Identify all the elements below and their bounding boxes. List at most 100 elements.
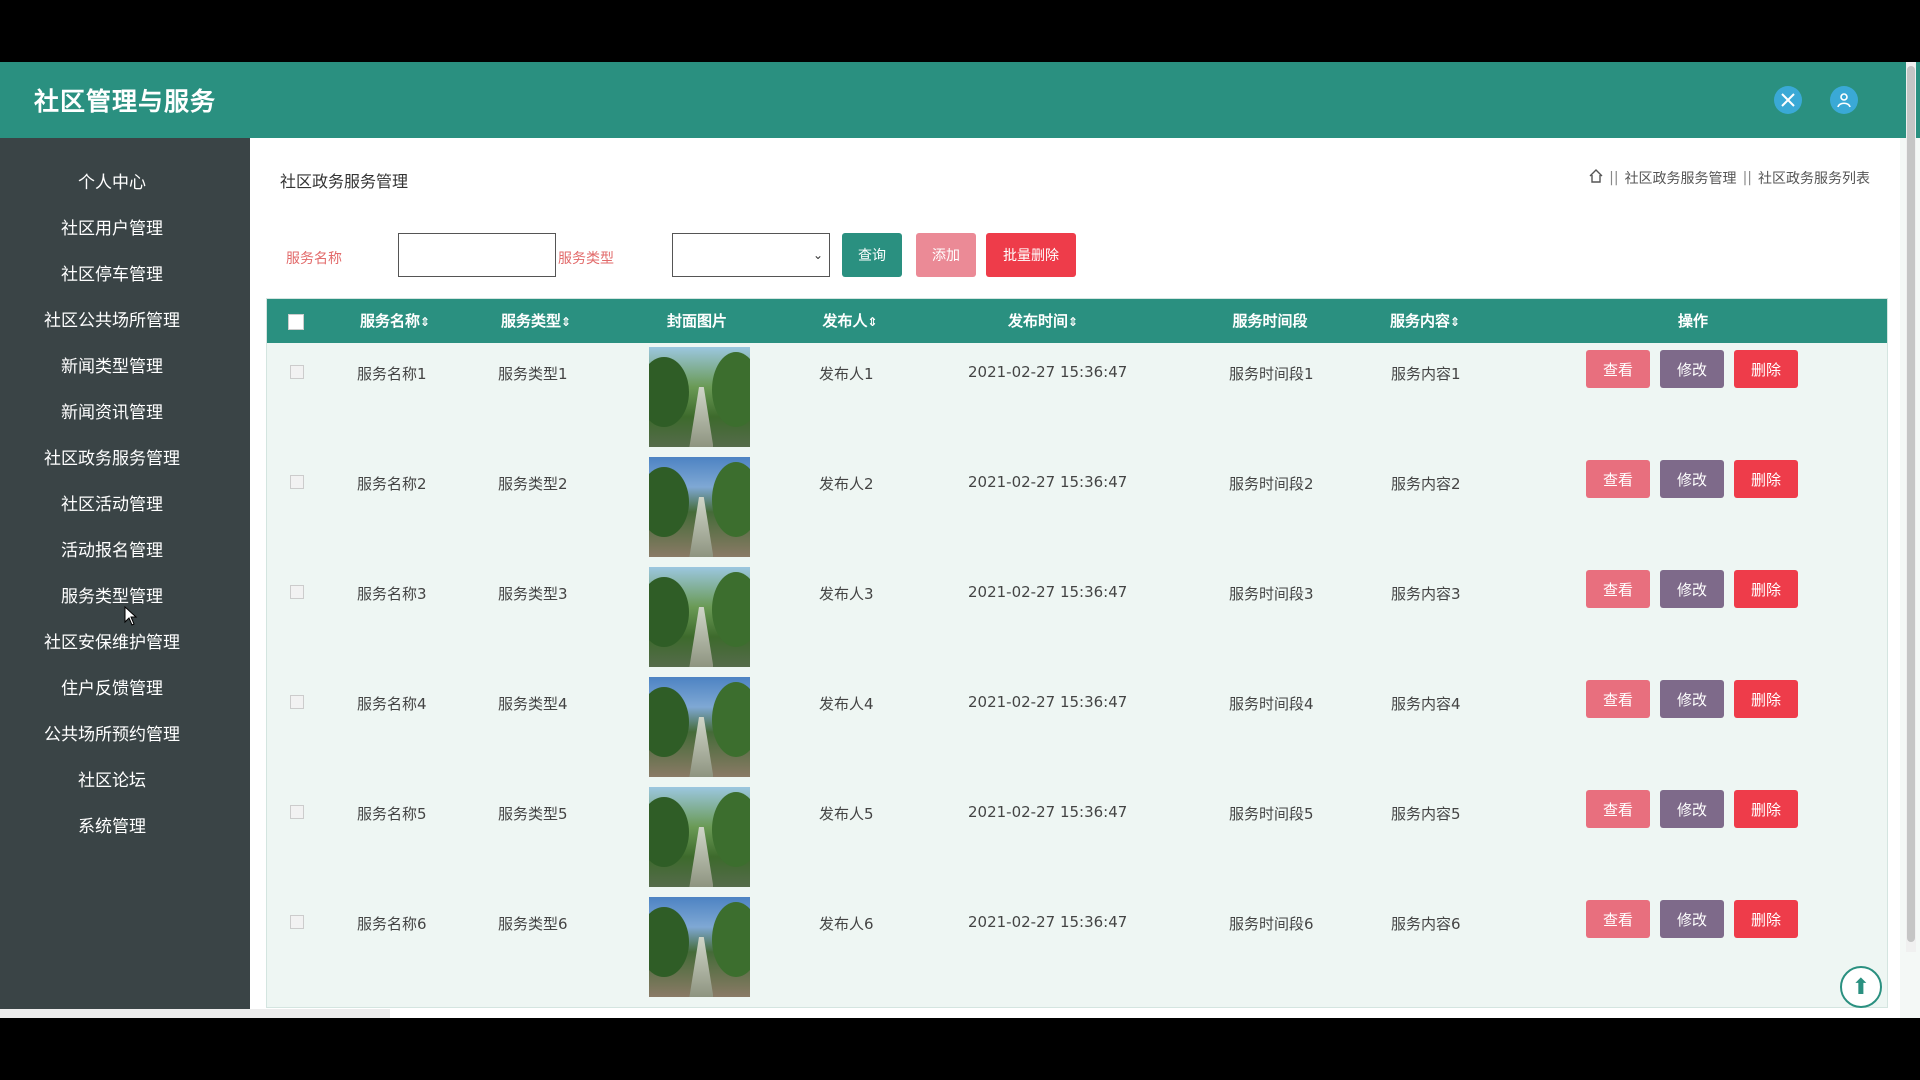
delete-button[interactable]: 删除: [1734, 460, 1798, 498]
view-button[interactable]: 查看: [1586, 680, 1650, 718]
cell-content: 服务内容4: [1391, 695, 1461, 713]
cell-publisher: 发布人2: [819, 475, 874, 493]
scrollbar[interactable]: [1906, 62, 1916, 952]
cell-type: 服务类型6: [498, 915, 568, 933]
batch-delete-button[interactable]: 批量删除: [986, 233, 1076, 277]
view-button[interactable]: 查看: [1586, 900, 1650, 938]
page-title: 社区政务服务管理: [280, 172, 409, 191]
select-all-checkbox[interactable]: [288, 314, 304, 330]
column-header-label: 发布人: [822, 312, 868, 330]
sort-icon[interactable]: ⇕: [420, 315, 430, 329]
cell-period: 服务时间段2: [1229, 475, 1314, 493]
edit-button[interactable]: 修改: [1660, 900, 1724, 938]
cover-image: [649, 787, 750, 887]
sort-icon[interactable]: ⇕: [1450, 315, 1460, 329]
sidebar-item[interactable]: 社区停车管理: [0, 260, 224, 290]
sidebar-item[interactable]: 新闻资讯管理: [0, 398, 224, 428]
sidebar-item[interactable]: 公共场所预约管理: [0, 720, 224, 750]
cell-period: 服务时间段3: [1229, 585, 1314, 603]
back-to-top-button[interactable]: ⬆: [1840, 966, 1882, 1008]
app-title: 社区管理与服务: [34, 87, 217, 116]
delete-button[interactable]: 删除: [1734, 900, 1798, 938]
table-row: 服务名称6 服务类型6 发布人6 2021-02-27 15:36:47 服务时间段6 服…: [267, 893, 1887, 1003]
sort-icon[interactable]: ⇕: [561, 315, 571, 329]
row-checkbox[interactable]: [290, 585, 304, 599]
search-button[interactable]: 查询: [842, 233, 902, 277]
cell-name: 服务名称3: [357, 585, 427, 603]
sidebar-item[interactable]: 个人中心: [0, 168, 224, 198]
home-icon[interactable]: [1589, 169, 1603, 187]
scrollbar-thumb[interactable]: [1907, 66, 1915, 942]
sidebar-item[interactable]: 社区政务服务管理: [0, 444, 224, 474]
sidebar-item[interactable]: 社区用户管理: [0, 214, 224, 244]
cell-type: 服务类型4: [498, 695, 568, 713]
sidebar-item[interactable]: 住户反馈管理: [0, 674, 224, 704]
column-header[interactable]: 服务名称⇕: [360, 299, 430, 343]
row-checkbox[interactable]: [290, 475, 304, 489]
view-button[interactable]: 查看: [1586, 460, 1650, 498]
edit-button[interactable]: 修改: [1660, 570, 1724, 608]
delete-button[interactable]: 删除: [1734, 350, 1798, 388]
column-header: 操作: [1678, 299, 1708, 343]
cell-time: 2021-02-27 15:36:47: [968, 803, 1128, 821]
sidebar-item[interactable]: 服务类型管理: [0, 582, 224, 612]
user-icon[interactable]: [1830, 86, 1858, 114]
cell-name: 服务名称6: [357, 915, 427, 933]
breadcrumb: || 社区政务服务管理 || 社区政务服务列表: [1589, 168, 1870, 188]
column-header[interactable]: 发布时间⇕: [1008, 299, 1078, 343]
delete-button[interactable]: 删除: [1734, 790, 1798, 828]
cell-content: 服务内容2: [1391, 475, 1461, 493]
cell-publisher: 发布人5: [819, 805, 874, 823]
column-header-label: 服务类型: [500, 312, 561, 330]
view-button[interactable]: 查看: [1586, 570, 1650, 608]
table-row: 服务名称3 服务类型3 发布人3 2021-02-27 15:36:47 服务时间段3 服…: [267, 563, 1887, 673]
row-checkbox[interactable]: [290, 365, 304, 379]
service-name-input[interactable]: [398, 233, 556, 277]
table-header: 服务名称⇕ 服务类型⇕ 封面图片 发布人⇕ 发布时间⇕ 服务时间段 服务内容⇕ 操作: [267, 299, 1887, 343]
add-button[interactable]: 添加: [916, 233, 976, 277]
cell-type: 服务类型3: [498, 585, 568, 603]
row-checkbox[interactable]: [290, 915, 304, 929]
cell-name: 服务名称5: [357, 805, 427, 823]
breadcrumb-separator: ||: [1742, 170, 1752, 186]
column-header[interactable]: 服务类型⇕: [501, 299, 571, 343]
sidebar-item[interactable]: 社区安保维护管理: [0, 628, 224, 658]
edit-button[interactable]: 修改: [1660, 790, 1724, 828]
sidebar-item[interactable]: 新闻类型管理: [0, 352, 224, 382]
column-header[interactable]: 服务内容⇕: [1390, 299, 1460, 343]
breadcrumb-item[interactable]: 社区政务服务管理: [1625, 168, 1737, 188]
cell-content: 服务内容6: [1391, 915, 1461, 933]
sidebar-item[interactable]: 社区论坛: [0, 766, 224, 796]
view-button[interactable]: 查看: [1586, 790, 1650, 828]
column-header: 封面图片: [667, 299, 727, 343]
row-checkbox[interactable]: [290, 695, 304, 709]
edit-button[interactable]: 修改: [1660, 680, 1724, 718]
cell-content: 服务内容5: [1391, 805, 1461, 823]
chevron-down-icon: ⌄: [812, 248, 823, 262]
table-row: 服务名称5 服务类型5 发布人5 2021-02-27 15:36:47 服务时间段5 服…: [267, 783, 1887, 893]
table-row: 服务名称1 服务类型1 发布人1 2021-02-27 15:36:47 服务时间段1 服…: [267, 343, 1887, 453]
view-button[interactable]: 查看: [1586, 350, 1650, 388]
service-type-select[interactable]: ⌄: [672, 233, 830, 277]
sidebar-item[interactable]: 活动报名管理: [0, 536, 224, 566]
expand-icon[interactable]: [1774, 86, 1802, 114]
edit-button[interactable]: 修改: [1660, 460, 1724, 498]
edit-button[interactable]: 修改: [1660, 350, 1724, 388]
sort-icon[interactable]: ⇕: [1068, 315, 1078, 329]
cover-image: [649, 347, 750, 447]
cell-type: 服务类型1: [498, 365, 568, 383]
table-row: 服务名称2 服务类型2 发布人2 2021-02-27 15:36:47 服务时间段2 服…: [267, 453, 1887, 563]
delete-button[interactable]: 删除: [1734, 680, 1798, 718]
sort-icon[interactable]: ⇕: [867, 315, 877, 329]
app-window: 社区管理与服务 个人中心社区用户管理 社区停车管理 社区公共场所管理 新闻类型管理 新闻…: [0, 62, 1920, 1018]
sidebar-item[interactable]: 社区公共场所管理: [0, 306, 224, 336]
column-header[interactable]: 发布人⇕: [822, 299, 877, 343]
cell-name: 服务名称1: [357, 365, 427, 383]
delete-button[interactable]: 删除: [1734, 570, 1798, 608]
table-row: 服务名称4 服务类型4 发布人4 2021-02-27 15:36:47 服务时间段4 服…: [267, 673, 1887, 783]
row-checkbox[interactable]: [290, 805, 304, 819]
sidebar-item[interactable]: 系统管理: [0, 812, 224, 842]
arrow-up-icon: ⬆: [1851, 974, 1871, 1000]
sidebar-item[interactable]: 社区活动管理: [0, 490, 224, 520]
cell-time: 2021-02-27 15:36:47: [968, 583, 1128, 601]
